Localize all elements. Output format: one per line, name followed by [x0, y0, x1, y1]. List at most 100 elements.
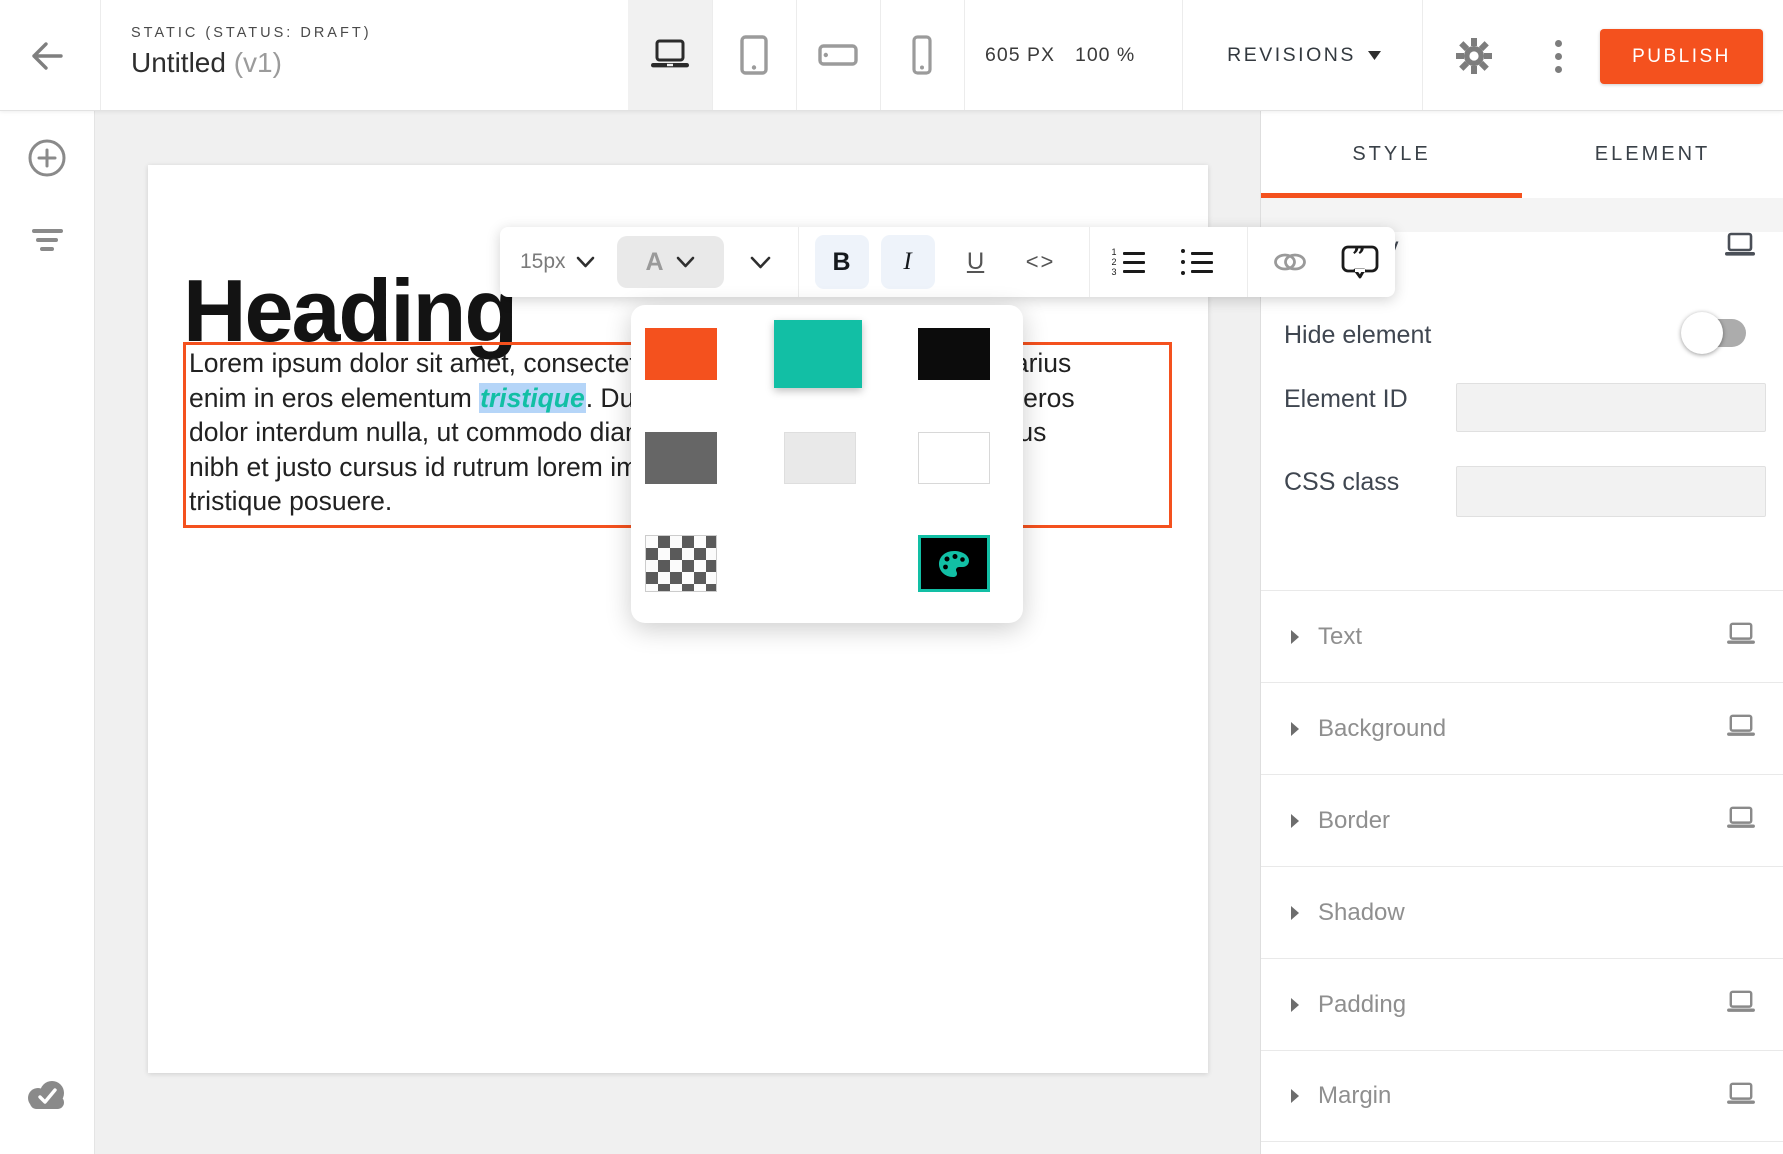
italic-button[interactable]: I [881, 235, 935, 289]
link-icon [1272, 252, 1308, 272]
chevron-down-icon [576, 256, 595, 268]
palette-icon [937, 549, 971, 579]
accordion-padding[interactable]: Padding [1261, 958, 1783, 1050]
accordion-shadow[interactable]: Shadow [1261, 866, 1783, 958]
lines-icon [36, 238, 58, 242]
color-swatch-white[interactable] [918, 432, 990, 484]
accordion-label: Text [1318, 623, 1725, 651]
accordion-text[interactable]: Text [1261, 590, 1783, 682]
ordered-list-button[interactable]: 123 [1112, 248, 1145, 276]
toolbar-divider [1089, 227, 1090, 297]
color-swatch-black[interactable] [918, 328, 990, 380]
hide-element-toggle[interactable] [1681, 313, 1749, 353]
font-size-value: 15px [520, 250, 566, 274]
color-swatch-orange[interactable] [645, 328, 717, 380]
mobile-icon [909, 34, 935, 76]
desktop-scope-icon [1725, 805, 1757, 831]
lines-icon [32, 229, 63, 233]
desktop-scope-icon [1725, 713, 1757, 739]
css-class-input[interactable] [1456, 466, 1766, 517]
element-id-input[interactable] [1456, 383, 1766, 432]
color-swatch-teal[interactable] [774, 320, 862, 388]
plus-circle-icon [26, 137, 68, 179]
quote-button[interactable]: ” [1336, 244, 1384, 280]
add-element-button[interactable] [24, 135, 70, 181]
kebab-dot [1555, 53, 1562, 60]
toggle-thumb [1681, 312, 1723, 354]
highlight-color-dropdown[interactable] [746, 256, 776, 269]
device-button-tablet[interactable] [712, 0, 796, 110]
underline-button[interactable]: U [961, 248, 991, 276]
bold-button[interactable]: B [815, 235, 869, 289]
topbar-divider [1182, 0, 1183, 110]
device-button-mobile[interactable] [880, 0, 964, 110]
bullet-list-icon [1181, 249, 1213, 275]
device-divider [964, 0, 965, 110]
chevron-down-icon [676, 256, 695, 268]
caret-down-icon [1368, 51, 1381, 60]
page-title: Untitled (v1) [131, 47, 282, 79]
lines-icon [40, 247, 54, 251]
svg-text:”: ” [1352, 244, 1366, 271]
viewport-width-value: 605 PX [985, 44, 1055, 67]
accordion-border[interactable]: Border [1261, 774, 1783, 866]
accordion-label: Background [1318, 715, 1725, 743]
device-button-desktop[interactable] [628, 0, 712, 110]
kebab-dot [1555, 66, 1562, 73]
css-class-label: CSS class [1284, 468, 1399, 497]
revisions-dropdown[interactable]: REVISIONS [1204, 0, 1404, 110]
accordion-label: Shadow [1318, 899, 1783, 927]
page-title-text: Untitled [131, 47, 226, 78]
panel-tabs: STYLE ELEMENT [1261, 111, 1783, 198]
color-swatch-custom-color[interactable] [918, 535, 990, 592]
topbar-divider [1422, 0, 1423, 110]
paragraph-text: enim in eros elementum [189, 383, 479, 413]
text-format-toolbar: 15px A B I U <> 123 [500, 227, 1395, 297]
color-swatch-transparent[interactable] [645, 535, 717, 592]
highlighted-word: tristique [479, 383, 586, 413]
paragraph-text: tristique posuere. [189, 486, 392, 516]
chevron-right-icon [1290, 997, 1300, 1013]
chevron-right-icon [1290, 905, 1300, 921]
topbar-divider [100, 0, 101, 110]
desktop-scope-icon [1725, 989, 1757, 1015]
tablet-landscape-icon [817, 42, 859, 68]
chevron-right-icon [1290, 721, 1300, 737]
tab-element[interactable]: ELEMENT [1522, 111, 1783, 198]
revisions-label: REVISIONS [1227, 44, 1356, 67]
more-options-button[interactable] [1544, 34, 1572, 78]
link-button[interactable] [1268, 252, 1312, 272]
viewport-info: 605 PX 100 % [985, 0, 1135, 110]
desktop-scope-icon[interactable] [1723, 231, 1757, 264]
bullet-list-button[interactable] [1181, 249, 1213, 275]
color-swatch-light-gray[interactable] [784, 432, 856, 484]
left-toolbar [0, 111, 95, 1154]
text-color-dropdown[interactable]: A [617, 236, 724, 288]
settings-button[interactable] [1452, 34, 1496, 78]
font-size-dropdown[interactable]: 15px [520, 250, 595, 274]
back-button[interactable] [26, 36, 66, 76]
laptop-icon [648, 38, 692, 72]
ordered-list-icon: 123 [1112, 248, 1145, 276]
accordion-background[interactable]: Background [1261, 682, 1783, 774]
back-arrow-icon [26, 36, 66, 76]
gear-icon [1452, 34, 1496, 78]
hide-element-label: Hide element [1284, 321, 1431, 350]
page-version: (v1) [234, 47, 282, 78]
tab-style[interactable]: STYLE [1261, 111, 1522, 198]
color-swatch-dark-gray[interactable] [645, 432, 717, 484]
style-accordion-list: Text Background Border Shadow Padding Ma… [1261, 590, 1783, 1142]
publish-button[interactable]: PUBLISH [1600, 29, 1763, 84]
kebab-dot [1555, 40, 1562, 47]
accordion-label: Margin [1318, 1082, 1725, 1110]
color-picker-popover [631, 305, 1023, 623]
sections-button[interactable] [24, 217, 70, 263]
device-button-tablet-landscape[interactable] [796, 0, 880, 110]
accordion-margin[interactable]: Margin [1261, 1050, 1783, 1142]
accordion-label: Border [1318, 807, 1725, 835]
toolbar-divider [798, 227, 799, 297]
tablet-icon [737, 34, 771, 76]
chevron-right-icon [1290, 629, 1300, 645]
chevron-down-icon [750, 256, 771, 269]
code-button[interactable]: <> [1019, 249, 1063, 275]
